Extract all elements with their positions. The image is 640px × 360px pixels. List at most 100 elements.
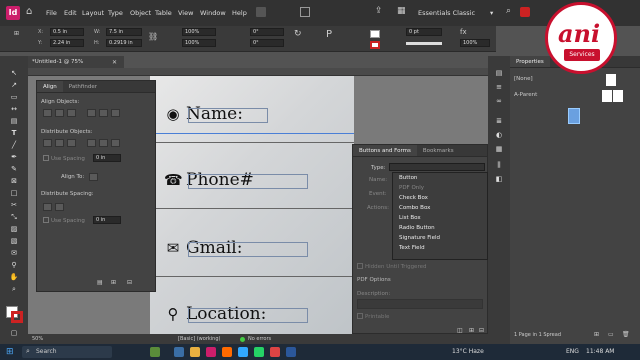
swatches-panel-icon[interactable]: ▦ — [492, 144, 506, 154]
option-radio-button[interactable]: Radio Button — [393, 223, 487, 233]
creative-cloud-icon[interactable] — [520, 7, 530, 17]
home-icon[interactable]: ⌂ — [26, 6, 32, 17]
pages-panel-icon[interactable]: ▤ — [492, 68, 506, 78]
menu-type[interactable]: Type — [108, 9, 123, 17]
tab-pathfinder[interactable]: Pathfinder — [63, 81, 103, 92]
illustrator-taskbar-icon[interactable] — [222, 347, 232, 357]
align-hcenter-icon[interactable] — [55, 109, 64, 117]
workspace-switcher[interactable]: Essentials Classic — [418, 9, 475, 17]
content-collector-icon[interactable]: ▤ — [7, 116, 21, 126]
scale-x-field[interactable]: 100% — [182, 28, 216, 36]
a-parent-label[interactable]: A-Parent — [514, 92, 537, 98]
rectangle-tool-icon[interactable]: □ — [7, 188, 21, 198]
h-field[interactable]: 0.2919 in — [106, 39, 142, 47]
layers-panel-icon[interactable]: ≡ — [492, 82, 506, 92]
workspace-arrange-icon[interactable]: ▦ — [397, 6, 406, 16]
location-field-frame[interactable] — [188, 308, 308, 323]
stroke-swatch-icon[interactable] — [370, 41, 380, 49]
gmail-field-frame[interactable] — [188, 242, 308, 257]
document-page[interactable]: ◉ Name: ☎ Phone# ✉ Gmail: ⚲ Location: — [150, 76, 354, 334]
clock[interactable]: 11:48 AM — [586, 348, 614, 355]
taskbar-search[interactable]: Search — [22, 346, 112, 358]
pen-tool-icon[interactable]: ✒ — [7, 152, 21, 162]
menu-file[interactable]: File — [46, 9, 57, 17]
align-left-icon[interactable] — [43, 109, 52, 117]
type-dropdown-list[interactable]: Button PDF Only Check Box Combo Box List… — [392, 172, 488, 260]
direct-selection-tool-icon[interactable]: ↗ — [7, 80, 21, 90]
stroke-type-line[interactable] — [406, 42, 442, 45]
panel-delete-icon[interactable]: ⊟ — [127, 279, 132, 286]
eyedropper-tool-icon[interactable]: ⚲ — [7, 260, 21, 270]
selection-container-icon[interactable]: P — [326, 29, 332, 40]
distribute-top-icon[interactable] — [43, 139, 52, 147]
menu-edit[interactable]: Edit — [64, 9, 77, 17]
menu-window[interactable]: Window — [200, 9, 226, 17]
none-master-thumb[interactable] — [606, 74, 616, 86]
panel-new-icon[interactable]: ⊞ — [111, 279, 116, 286]
rotate-icon[interactable]: ↻ — [294, 29, 302, 39]
color-panel-icon[interactable]: ◐ — [492, 130, 506, 140]
distribute-vspace-icon[interactable] — [43, 203, 52, 211]
panel-folder-icon[interactable]: ▤ — [97, 279, 103, 286]
hidden-until-checkbox[interactable] — [357, 263, 363, 269]
distribute-left-icon[interactable] — [87, 139, 96, 147]
stroke-panel-icon[interactable]: ≣ — [492, 116, 506, 126]
whatsapp-icon[interactable] — [254, 347, 264, 357]
buttons-panel-icon[interactable]: ◧ — [492, 174, 506, 184]
distribute-right-icon[interactable] — [111, 139, 120, 147]
screen-mode-tool-icon[interactable]: ▢ — [7, 328, 21, 338]
spacing-field[interactable]: 0 in — [93, 154, 121, 162]
search-icon[interactable]: ⌕ — [506, 6, 511, 16]
option-signature-field[interactable]: Signature Field — [393, 233, 487, 243]
delete-icon[interactable]: ⊟ — [479, 327, 484, 334]
option-list-box[interactable]: List Box — [393, 213, 487, 223]
printable-checkbox[interactable] — [357, 313, 363, 319]
zoom-level[interactable]: 50% — [32, 336, 43, 342]
explorer-icon[interactable] — [190, 347, 200, 357]
pencil-tool-icon[interactable]: ✎ — [7, 164, 21, 174]
selection-tool-icon[interactable]: ↖ — [7, 68, 21, 78]
align-right-icon[interactable] — [67, 109, 76, 117]
use-spacing2-checkbox[interactable] — [43, 217, 49, 223]
tab-align[interactable]: Align — [37, 81, 63, 92]
stroke-color-icon[interactable] — [11, 311, 23, 323]
language[interactable]: ENG — [566, 348, 579, 355]
opacity-field[interactable]: 100% — [460, 39, 490, 47]
constrain-proportions-icon[interactable]: ⛓ — [148, 32, 158, 41]
distribute-vcenter-icon[interactable] — [55, 139, 64, 147]
spacing-field-2[interactable]: 0 in — [93, 216, 121, 224]
distribute-hcenter-icon[interactable] — [99, 139, 108, 147]
align-to-selection-icon[interactable] — [89, 173, 98, 181]
type-tool-icon[interactable]: T — [7, 128, 21, 138]
option-button[interactable]: Button — [393, 173, 487, 183]
pdf-options-header[interactable]: PDF Options — [357, 277, 391, 283]
page-tool-icon[interactable]: ▭ — [7, 92, 21, 102]
use-spacing-checkbox[interactable] — [43, 155, 49, 161]
rotate-field[interactable]: 0° — [250, 28, 284, 36]
document-tab[interactable]: *Untitled-1 @ 75% — [28, 56, 124, 68]
menu-object[interactable]: Object — [130, 9, 151, 17]
edit-page-size-icon[interactable]: ▭ — [608, 331, 614, 338]
scissors-tool-icon[interactable]: ✂ — [7, 200, 21, 210]
taskbar-widget-icon[interactable] — [150, 347, 160, 357]
none-master-label[interactable]: [None] — [514, 76, 533, 82]
tab-bookmarks[interactable]: Bookmarks — [417, 145, 460, 156]
align-top-icon[interactable] — [87, 109, 96, 117]
workspace-chevron-icon[interactable]: ▾ — [490, 9, 493, 17]
distribute-bottom-icon[interactable] — [67, 139, 76, 147]
convert-icon[interactable]: ⊞ — [469, 327, 474, 334]
new-page-icon[interactable]: ⊞ — [594, 331, 599, 338]
photoshop-taskbar-icon[interactable] — [238, 347, 248, 357]
menu-table[interactable]: Table — [155, 9, 172, 17]
bridge-icon[interactable] — [256, 7, 266, 17]
a-parent-thumb-right[interactable] — [613, 90, 623, 102]
gradient-swatch-tool-icon[interactable]: ▨ — [7, 224, 21, 234]
option-text-field[interactable]: Text Field — [393, 243, 487, 253]
indesign-taskbar-icon[interactable] — [206, 347, 216, 357]
zoom-tool-icon[interactable]: ⌕ — [7, 284, 21, 294]
distribute-hspace-icon[interactable] — [55, 203, 64, 211]
screen-mode-icon[interactable] — [300, 7, 310, 17]
y-field[interactable]: 2.24 in — [50, 39, 84, 47]
note-tool-icon[interactable]: ✉ — [7, 248, 21, 258]
menu-help[interactable]: Help — [232, 9, 247, 17]
